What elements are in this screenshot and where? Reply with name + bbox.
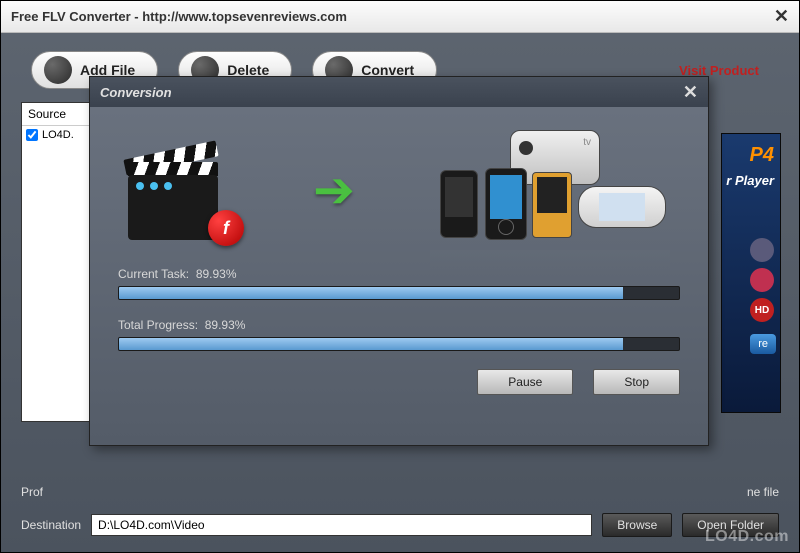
banner-p4: P4 <box>722 144 780 167</box>
psp-icon <box>578 186 666 228</box>
banner-icons: HD <box>722 238 780 322</box>
more-button[interactable]: re <box>750 334 776 354</box>
apple-icon <box>750 238 774 262</box>
close-icon[interactable]: ✕ <box>774 6 789 27</box>
phone3-icon <box>532 172 572 238</box>
phone1-icon <box>440 170 478 238</box>
title-bar: Free FLV Converter - http://www.topseven… <box>1 1 799 33</box>
destination-label: Destination <box>21 518 81 532</box>
profile-label: Prof <box>21 485 43 499</box>
source-checkbox[interactable] <box>26 129 38 141</box>
illustration-row: f ➔ <box>118 125 680 255</box>
people-icon <box>750 268 774 292</box>
destination-input[interactable] <box>91 514 592 536</box>
hd-icon: HD <box>750 298 774 322</box>
promo-banner[interactable]: P4 r Player HD re <box>721 133 781 413</box>
dialog-title: Conversion <box>100 85 172 100</box>
current-task-progress <box>118 286 680 300</box>
conversion-dialog: Conversion ✕ f ➔ <box>89 76 709 446</box>
phone2-icon <box>485 168 527 240</box>
browse-button[interactable]: Browse <box>602 513 672 537</box>
watermark: LO4D.com <box>705 528 789 546</box>
banner-player: r Player <box>722 173 780 188</box>
clapperboard-icon: f <box>128 140 238 240</box>
dialog-title-bar[interactable]: Conversion ✕ <box>90 77 708 107</box>
add-file-icon <box>44 56 72 84</box>
flash-icon: f <box>208 210 244 246</box>
total-progress-label: Total Progress: 89.93% <box>118 318 680 332</box>
arrow-icon: ➔ <box>313 161 355 219</box>
bottom-row: Prof ne file Destination Browse Open Fol… <box>21 485 779 537</box>
window-title: Free FLV Converter - http://www.topseven… <box>11 9 347 24</box>
devices-icon <box>430 130 670 250</box>
stop-button[interactable]: Stop <box>593 369 680 395</box>
total-progress-bar <box>118 337 680 351</box>
dialog-close-icon[interactable]: ✕ <box>683 82 698 103</box>
pause-button[interactable]: Pause <box>477 369 573 395</box>
source-item-label: LO4D. <box>42 129 74 141</box>
ne-file-label: ne file <box>747 485 779 499</box>
